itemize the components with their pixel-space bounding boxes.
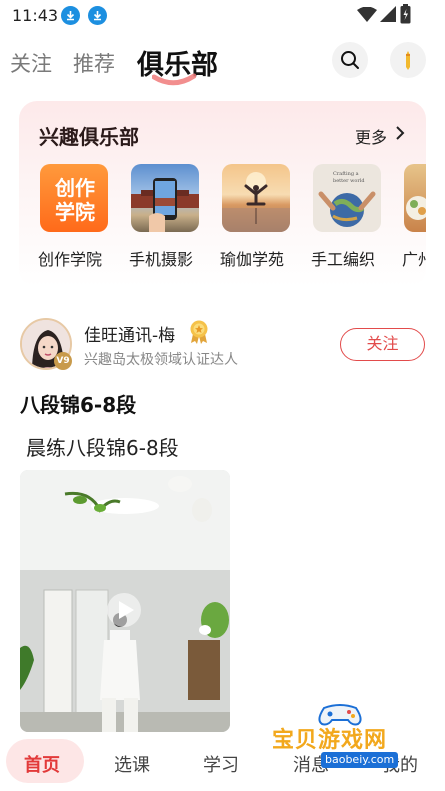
pencil-icon bbox=[406, 51, 410, 70]
club-thumb-text: 创作 学院 bbox=[55, 176, 95, 224]
club-item-label: 手机摄影 bbox=[129, 250, 194, 269]
level-badge: V9 bbox=[54, 352, 72, 370]
interest-club-card: 兴趣俱乐部 更多 创作 学院 创作学院 手机摄影 瑜伽学苑 Crafting a… bbox=[19, 101, 426, 287]
club-thumb-knitting: Crafting a better world bbox=[313, 164, 381, 232]
battery-icon bbox=[400, 4, 411, 28]
watermark-url: baobeiy.com bbox=[321, 752, 399, 768]
active-tab-indicator bbox=[152, 73, 196, 86]
club-item-label: 手工编织 bbox=[311, 250, 376, 269]
author-name[interactable]: 佳旺通讯-梅 bbox=[84, 321, 175, 346]
tab-follow[interactable]: 关注 bbox=[10, 48, 52, 78]
certified-medal-icon bbox=[190, 320, 208, 344]
tab-recommend[interactable]: 推荐 bbox=[73, 48, 115, 78]
wifi-icon bbox=[357, 6, 377, 26]
club-more-link[interactable]: 更多 bbox=[355, 124, 387, 148]
club-title: 兴趣俱乐部 bbox=[39, 125, 139, 149]
post-text[interactable]: 晨练八段锦6-8段 bbox=[26, 432, 179, 461]
post-title[interactable]: 八段锦6-8段 bbox=[20, 389, 136, 418]
club-thumb-mobile-photography bbox=[131, 164, 199, 232]
author-description: 兴趣岛太极领域认证达人 bbox=[84, 352, 238, 368]
search-button[interactable] bbox=[332, 42, 368, 78]
download-icon bbox=[88, 6, 107, 25]
club-item-label: 瑜伽学苑 bbox=[220, 250, 285, 269]
nav-courses[interactable]: 选课 bbox=[114, 751, 150, 777]
status-time: 11:43 bbox=[12, 6, 59, 25]
site-watermark: 宝贝游戏网 baobeiy.com bbox=[266, 700, 416, 778]
top-nav: 关注 推荐 俱乐部 bbox=[0, 40, 445, 90]
download-icon bbox=[61, 6, 80, 25]
svg-text:better world: better world bbox=[333, 178, 365, 184]
svg-text:Crafting a: Crafting a bbox=[333, 171, 359, 177]
status-bar: 11:43 bbox=[0, 0, 445, 32]
club-thumb-yoga bbox=[222, 164, 290, 232]
follow-button[interactable]: 关注 bbox=[340, 328, 425, 361]
club-thumb-creative-academy: 创作 学院 bbox=[40, 164, 108, 232]
nav-home[interactable]: 首页 bbox=[24, 751, 60, 777]
signal-icon bbox=[380, 6, 396, 26]
search-icon bbox=[341, 51, 359, 69]
club-thumb-guangzhou bbox=[404, 164, 426, 232]
watermark-text: 宝贝游戏网 bbox=[272, 728, 388, 753]
play-icon[interactable] bbox=[106, 592, 142, 628]
publish-button[interactable] bbox=[390, 42, 426, 78]
nav-study[interactable]: 学习 bbox=[203, 751, 239, 777]
club-item-label: 创作学院 bbox=[38, 250, 103, 269]
chevron-right-icon[interactable] bbox=[395, 126, 405, 140]
club-item-label: 广州 bbox=[402, 250, 426, 269]
